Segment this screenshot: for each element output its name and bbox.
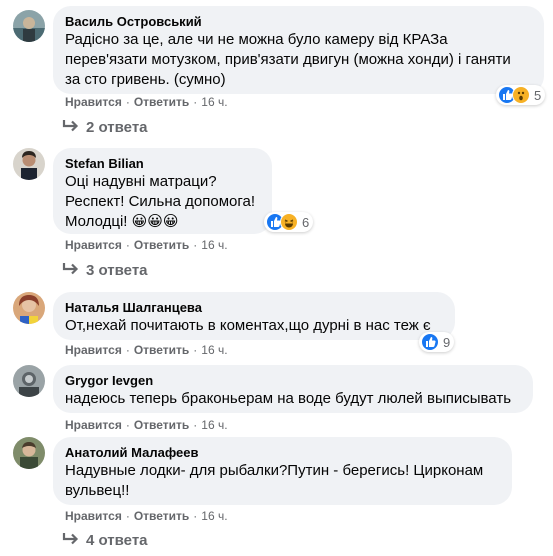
comment-bubble: Наталья Шалганцева От,нехай почитають в … <box>53 292 455 340</box>
reaction-count: 6 <box>302 214 310 230</box>
reaction-summary[interactable]: 5 <box>496 85 546 105</box>
comment-author[interactable]: Наталья Шалганцева <box>65 300 443 316</box>
replies-count: 2 ответа <box>86 119 148 136</box>
reply-arrow-icon <box>62 120 79 132</box>
comment-timestamp[interactable]: 16 ч. <box>201 238 227 252</box>
reply-arrow-icon <box>62 533 79 545</box>
comment-text: надеюсь теперь браконьерам на воде будут… <box>65 390 512 407</box>
avatar[interactable] <box>13 148 45 180</box>
like-icon <box>421 333 439 351</box>
reply-button[interactable]: Ответить <box>134 418 189 432</box>
avatar[interactable] <box>13 292 45 324</box>
comment-actions: Нравится · Ответить · 16 ч. <box>65 94 228 110</box>
comment-bubble: Василь Островський Радісно за це, але чи… <box>53 6 544 94</box>
avatar[interactable] <box>13 437 45 469</box>
avatar[interactable] <box>13 365 45 397</box>
reaction-count: 5 <box>534 87 542 103</box>
separator: · <box>125 238 130 252</box>
reaction-summary[interactable]: 6 <box>264 212 314 232</box>
view-replies-button[interactable]: 4 ответа <box>62 531 148 551</box>
separator: · <box>125 509 130 523</box>
comment-text: От,нехай почитають в коментах,що дурні в… <box>65 317 431 334</box>
reaction-count: 9 <box>443 334 451 350</box>
like-button[interactable]: Нравится <box>65 238 122 252</box>
like-button[interactable]: Нравится <box>65 343 122 357</box>
separator: · <box>193 343 198 357</box>
comment-author[interactable]: Анатолий Малафеев <box>65 445 500 461</box>
comment-text: Оці надувні матраци? Респект! Сильна доп… <box>65 173 256 230</box>
reply-button[interactable]: Ответить <box>134 343 189 357</box>
comment-bubble: Stefan Bilian Оці надувні матраци? Респе… <box>53 148 272 234</box>
separator: · <box>193 95 198 109</box>
reply-button[interactable]: Ответить <box>134 95 189 109</box>
avatar[interactable] <box>13 10 45 42</box>
comment-actions: Нравится · Ответить · 16 ч. <box>65 237 228 253</box>
comment-author[interactable]: Grygor Ievgen <box>65 373 521 389</box>
reaction-summary[interactable]: 9 <box>419 332 455 352</box>
comment-timestamp[interactable]: 16 ч. <box>201 343 227 357</box>
reply-arrow-icon <box>62 263 79 275</box>
comment-actions: Нравится · Ответить · 16 ч. <box>65 342 228 358</box>
view-replies-button[interactable]: 2 ответа <box>62 118 148 138</box>
comment-bubble: Grygor Ievgen надеюсь теперь браконьерам… <box>53 365 533 413</box>
separator: · <box>193 509 198 523</box>
comment-author[interactable]: Stefan Bilian <box>65 156 260 172</box>
separator: · <box>125 95 130 109</box>
comment-text: Радісно за це, але чи не можна було каме… <box>65 31 511 88</box>
view-replies-button[interactable]: 3 ответа <box>62 261 148 281</box>
separator: · <box>125 418 130 432</box>
like-button[interactable]: Нравится <box>65 509 122 523</box>
haha-icon <box>280 213 298 231</box>
comment-author[interactable]: Василь Островський <box>65 14 532 30</box>
comment-actions: Нравится · Ответить · 16 ч. <box>65 417 228 433</box>
comment-timestamp[interactable]: 16 ч. <box>201 509 227 523</box>
replies-count: 3 ответа <box>86 262 148 279</box>
reply-button[interactable]: Ответить <box>134 238 189 252</box>
comment-bubble: Анатолий Малафеев Надувные лодки- для ры… <box>53 437 512 505</box>
reply-button[interactable]: Ответить <box>134 509 189 523</box>
comment-timestamp[interactable]: 16 ч. <box>201 418 227 432</box>
separator: · <box>193 418 198 432</box>
comment-actions: Нравится · Ответить · 16 ч. <box>65 508 228 524</box>
separator: · <box>125 343 130 357</box>
comment-timestamp[interactable]: 16 ч. <box>201 95 227 109</box>
separator: · <box>193 238 198 252</box>
replies-count: 4 ответа <box>86 532 148 549</box>
like-button[interactable]: Нравится <box>65 418 122 432</box>
comment-text: Надувные лодки- для рыбалки?Путин - бере… <box>65 462 484 499</box>
wow-icon <box>512 86 530 104</box>
like-button[interactable]: Нравится <box>65 95 122 109</box>
